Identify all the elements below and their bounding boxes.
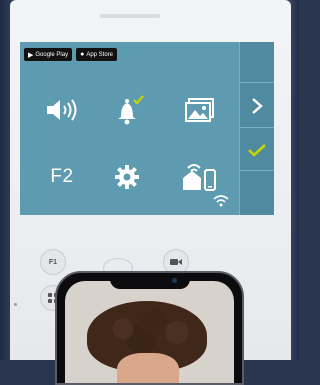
side-navigation-bar: [239, 42, 274, 215]
f2-tile[interactable]: F2: [32, 157, 92, 197]
top-bezel-slot: [100, 14, 160, 18]
function-grid: F2: [20, 42, 240, 215]
volume-tile[interactable]: [32, 90, 92, 130]
f2-label: F2: [50, 166, 74, 187]
phone-notch: [109, 273, 190, 289]
monitor-screen: ▶ Google Play ● App Store F2: [20, 42, 274, 215]
home-wifi-phone-icon: [183, 164, 216, 191]
front-camera-dot: [171, 278, 177, 283]
side-cell-empty: [240, 42, 274, 70]
gear-icon: [115, 165, 139, 189]
f1-label: F1: [48, 258, 58, 266]
chevron-right-icon: [252, 97, 263, 114]
image-gallery-icon: [185, 98, 214, 122]
settings-tile[interactable]: [97, 157, 157, 197]
person-face: [117, 353, 179, 383]
speaker-volume-icon: [47, 99, 77, 121]
gallery-tile[interactable]: [170, 90, 230, 130]
phone-screen: [65, 281, 234, 383]
side-cell-bottom: [240, 170, 274, 215]
f1-button[interactable]: F1: [40, 249, 66, 275]
smart-home-tile[interactable]: [170, 157, 230, 197]
confirm-button[interactable]: [240, 127, 274, 171]
video-camera-icon: [170, 259, 182, 265]
indicator-dot: [14, 303, 17, 306]
checkmark-icon: [248, 143, 266, 157]
wifi-icon: [213, 195, 229, 207]
bell-tile[interactable]: [97, 90, 157, 130]
smartphone: [55, 271, 244, 385]
bell-check-icon: [118, 95, 144, 125]
next-button[interactable]: [240, 82, 274, 128]
